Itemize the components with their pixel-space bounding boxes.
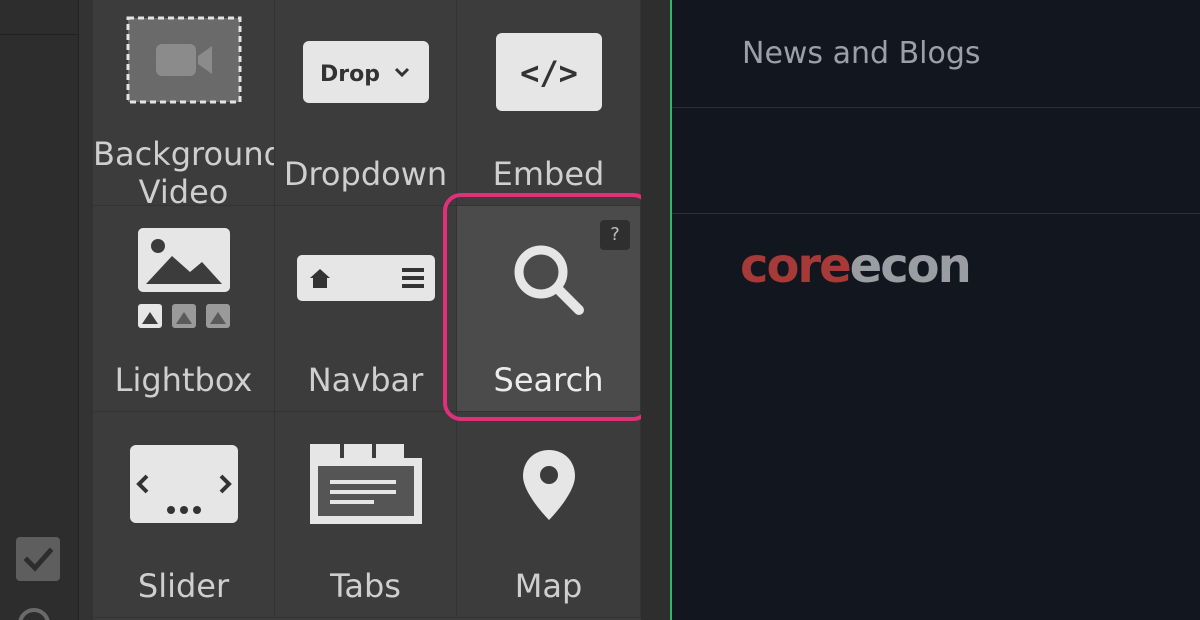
element-label: Search <box>493 361 604 399</box>
element-embed[interactable]: </> Embed <box>457 0 641 206</box>
element-slider[interactable]: Slider <box>93 412 275 618</box>
panel-gutter <box>79 0 93 620</box>
slider-icon <box>129 444 239 524</box>
dropdown-icon-text: Drop <box>320 62 380 87</box>
panel-border <box>641 0 670 620</box>
coreecon-logo[interactable]: coreecon <box>740 238 972 294</box>
element-tabs[interactable]: Tabs <box>275 412 457 618</box>
navbar-icon <box>296 254 436 302</box>
search-icon <box>511 242 587 318</box>
element-label: Embed <box>492 155 605 193</box>
checkbox-icon[interactable] <box>16 537 60 581</box>
element-dropdown[interactable]: Drop Dropdown <box>275 0 457 206</box>
toolbar-top-icon[interactable] <box>14 0 54 8</box>
help-circle-icon[interactable] <box>18 608 50 620</box>
canvas-preview: News and Blogs coreecon <box>670 0 1200 620</box>
lightbox-icon <box>136 226 232 330</box>
element-navbar[interactable]: Navbar <box>275 206 457 412</box>
element-lightbox[interactable]: Lightbox <box>93 206 275 412</box>
element-background-video[interactable]: Background Video <box>93 0 275 206</box>
help-badge[interactable]: ? <box>600 220 630 250</box>
tabs-icon <box>308 442 424 526</box>
element-label: Slider <box>137 567 230 605</box>
element-map[interactable]: Map <box>457 412 641 618</box>
element-label: Map <box>514 567 583 605</box>
element-label: Tabs <box>330 567 401 605</box>
element-label: Video <box>138 173 229 206</box>
left-toolbar <box>0 0 79 620</box>
map-pin-icon <box>521 448 577 522</box>
embed-icon: </> <box>495 32 603 112</box>
embed-icon-text: </> <box>520 54 578 92</box>
element-label: Navbar <box>307 361 424 399</box>
nav-row: News and Blogs <box>672 0 1200 108</box>
toolbar-divider <box>0 34 78 35</box>
news-and-blogs-link[interactable]: News and Blogs <box>742 36 981 71</box>
element-label: Dropdown <box>283 155 448 193</box>
element-label: Background <box>93 135 275 173</box>
elements-panel: Background Video Drop Dropdown </> Embed <box>93 0 641 620</box>
element-label: Lightbox <box>114 361 253 399</box>
video-icon <box>126 16 242 104</box>
logo-part-econ: econ <box>849 238 972 294</box>
element-search[interactable]: ? Search <box>457 206 641 412</box>
brand-row: coreecon <box>672 108 1200 294</box>
logo-part-core: core <box>740 238 852 294</box>
dropdown-icon: Drop <box>302 40 430 104</box>
app-root: Background Video Drop Dropdown </> Embed <box>0 0 1200 620</box>
